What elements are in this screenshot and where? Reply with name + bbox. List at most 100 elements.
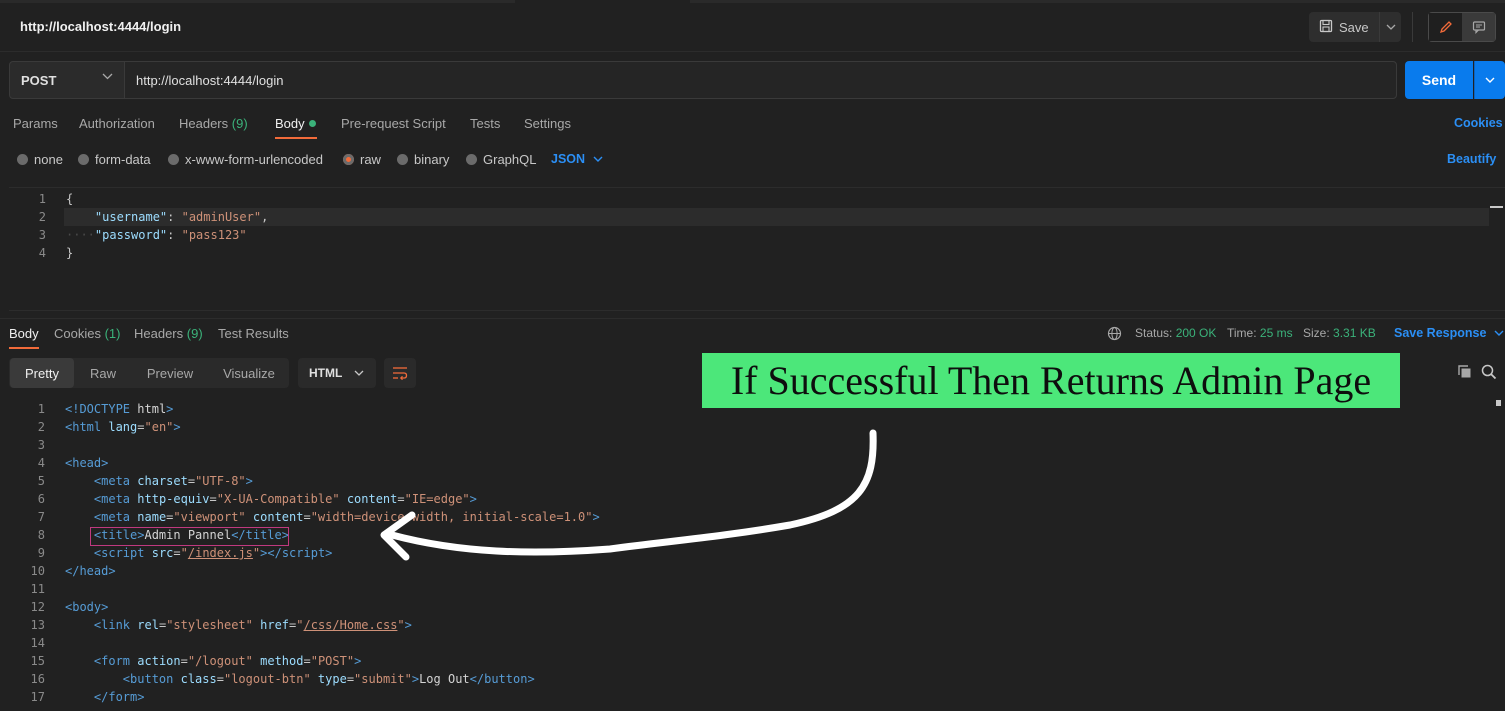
method-select[interactable]: POST [9,61,125,99]
line-number: 15 [30,654,45,668]
line-number: 6 [37,492,45,506]
save-button[interactable]: Save [1309,12,1378,42]
code-line: "username": "adminUser", [94,210,269,224]
response-scrollbar[interactable] [1496,400,1501,406]
annotation-arrow [380,429,877,561]
edit-button[interactable] [1429,13,1462,41]
tab-settings[interactable]: Settings [524,116,571,131]
chevron-down-icon [1494,330,1504,336]
view-visualize-button[interactable]: Visualize [212,358,286,388]
tab-body[interactable]: Body [275,116,305,131]
radio-label: binary [414,152,450,167]
line-number: 17 [30,690,45,704]
cookies-link[interactable]: Cookies [1454,116,1503,130]
save-response-button[interactable]: Save Response [1394,326,1504,340]
radio-dot-selected [343,154,354,165]
radio-label: GraphQL [483,152,537,167]
radio-binary[interactable]: binary [397,152,449,167]
response-code-line: <html lang="en"> [65,420,181,434]
chevron-down-icon [1386,24,1395,30]
view-preview-button[interactable]: Preview [136,358,204,388]
save-dropdown-button[interactable] [1379,12,1401,42]
pencil-icon [1439,21,1452,34]
save-icon [1319,19,1333,36]
tab-headers-label: Headers [134,326,184,341]
line-number: 10 [30,564,45,578]
tab-headers-count: (9) [186,326,203,341]
response-code-line: </form> [93,690,145,704]
tab-cookies-count: (1) [104,326,121,341]
radio-label: form-data [95,152,151,167]
response-tab-test-results[interactable]: Test Results [218,326,289,341]
active-line-highlight [64,208,1489,226]
active-tab-underline [275,137,317,139]
line-number: 1 [38,192,46,206]
tab-prerequest-script[interactable]: Pre-request Script [341,116,446,131]
response-divider [0,318,1505,319]
radio-label: raw [360,152,381,167]
status-value[interactable]: 200 OK [1176,326,1217,340]
line-number: 14 [30,636,45,650]
active-tab-underline [9,347,39,349]
request-body-editor[interactable] [9,187,1505,311]
format-label: HTML [309,366,343,380]
time-info: Time: 25 ms [1227,326,1293,340]
radio-none[interactable]: none [17,152,63,167]
tab-cookies-label: Cookies [54,326,101,341]
radio-raw[interactable]: raw [343,152,381,167]
chevron-down-icon [354,370,364,376]
chevron-down-icon [593,156,603,162]
radio-form-data[interactable]: form-data [78,152,151,167]
top-divider [1412,12,1413,42]
format-select[interactable]: HTML [298,358,376,388]
method-label: POST [21,72,57,88]
copy-icon[interactable] [1457,364,1473,380]
top-bar [0,0,1505,52]
line-number: 5 [37,474,45,488]
view-raw-button[interactable]: Raw [78,358,128,388]
tab-strip-right [690,0,1505,3]
beautify-button[interactable]: Beautify [1447,152,1496,166]
request-title[interactable]: http://localhost:4444/login [20,19,181,34]
code-line: ····"password": "pass123" [66,228,247,242]
wrap-lines-button[interactable] [384,358,416,388]
line-number: 12 [30,600,45,614]
language-label: JSON [551,152,586,166]
save-label: Save [1339,19,1369,35]
line-number: 2 [37,420,45,434]
view-pretty-button[interactable]: Pretty [10,358,74,388]
status-label: Status: [1135,326,1173,340]
line-number: 7 [37,510,45,524]
comments-button[interactable] [1462,13,1495,41]
line-number: 16 [30,672,45,686]
tab-authorization[interactable]: Authorization [79,116,155,131]
line-number: 4 [38,246,46,260]
response-code-line: <link rel="stylesheet" href="/css/Home.c… [93,618,412,632]
tab-params[interactable]: Params [13,116,58,131]
globe-icon[interactable] [1107,326,1122,341]
radio-label: x-www-form-urlencoded [185,152,323,167]
time-value[interactable]: 25 ms [1260,326,1293,340]
radio-urlencoded[interactable]: x-www-form-urlencoded [168,152,323,167]
url-input[interactable] [124,61,1397,99]
language-select[interactable]: JSON [551,152,603,166]
chevron-down-icon [102,73,113,80]
radio-dot [466,154,477,165]
code-line: } [66,246,74,260]
response-tab-cookies[interactable]: Cookies (1) [54,326,120,341]
tab-strip-left [0,0,515,3]
tab-headers[interactable]: Headers (9) [179,116,248,131]
response-tab-headers[interactable]: Headers (9) [134,326,203,341]
title-highlight-box [90,527,289,546]
editor-scrollbar[interactable] [1490,206,1503,208]
send-dropdown-button[interactable] [1474,61,1505,99]
search-icon[interactable] [1481,364,1497,380]
radio-graphql[interactable]: GraphQL [466,152,536,167]
line-number: 1 [37,402,45,416]
tab-tests[interactable]: Tests [470,116,500,131]
send-button[interactable]: Send [1405,61,1473,99]
response-code-line: <button class="logout-btn" type="submit"… [122,672,535,686]
line-number: 13 [30,618,45,632]
size-value[interactable]: 3.31 KB [1333,326,1376,340]
response-tab-body[interactable]: Body [9,326,39,341]
